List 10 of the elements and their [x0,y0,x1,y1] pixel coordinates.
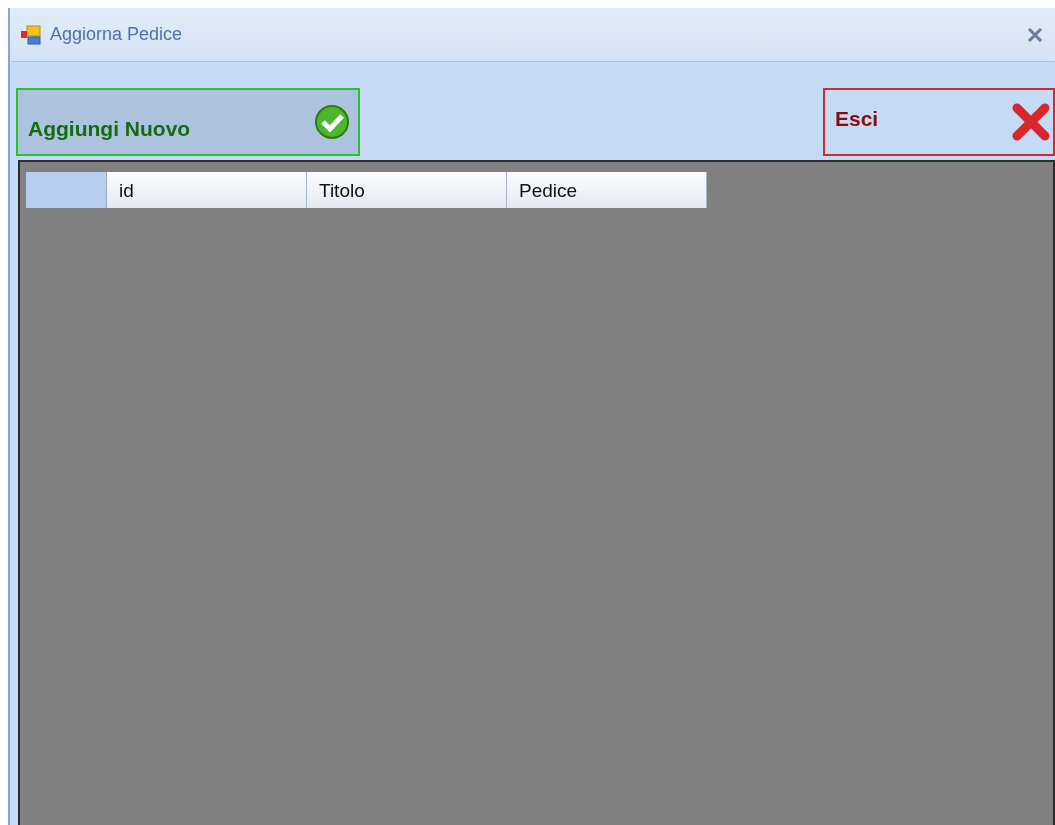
column-header[interactable]: id [107,172,307,208]
add-button[interactable]: Aggiungi Nuovo [16,88,360,156]
app-icon [20,24,42,45]
column-header[interactable]: Pedice [507,172,707,208]
check-icon [314,104,350,140]
close-icon [1011,102,1051,142]
column-header[interactable]: Titolo [307,172,507,208]
close-icon[interactable] [1027,27,1043,42]
exit-button[interactable]: Esci [823,88,1055,156]
window-title: Aggiorna Pedice [50,24,184,45]
